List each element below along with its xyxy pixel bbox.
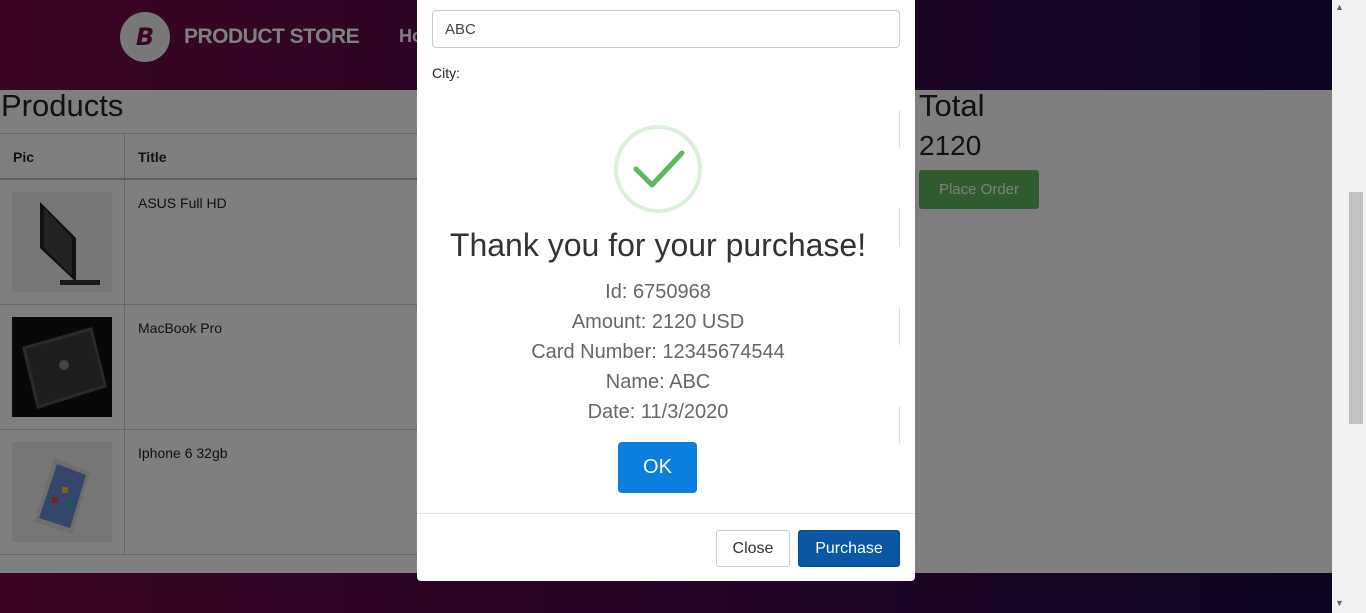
scrollbar-thumb[interactable] [1349,192,1363,424]
order-card-number: Card Number: 12345674544 [531,341,785,363]
success-checkmark-icon [614,125,702,213]
order-name: Name: ABC [605,371,711,393]
scroll-down-arrow-icon[interactable]: ▼ [1335,598,1344,608]
scroll-up-arrow-icon[interactable]: ▲ [1335,2,1344,12]
modal-footer: Close Purchase [417,513,915,581]
city-label: City: [432,65,460,81]
name-field[interactable] [432,10,900,48]
order-date: Date: 11/3/2020 [587,401,729,423]
alert-title: Thank you for your purchase! [449,227,867,263]
alert-text: Id: 6750968 Amount: 2120 USD Card Number… [432,277,884,427]
success-alert: Thank you for your purchase! Id: 6750968… [432,105,898,505]
close-button[interactable]: Close [716,530,790,567]
purchase-button[interactable]: Purchase [798,530,900,567]
ok-button[interactable]: OK [618,442,697,493]
order-amount: Amount: 2120 USD [571,311,745,333]
order-id: Id: 6750968 [605,281,711,303]
